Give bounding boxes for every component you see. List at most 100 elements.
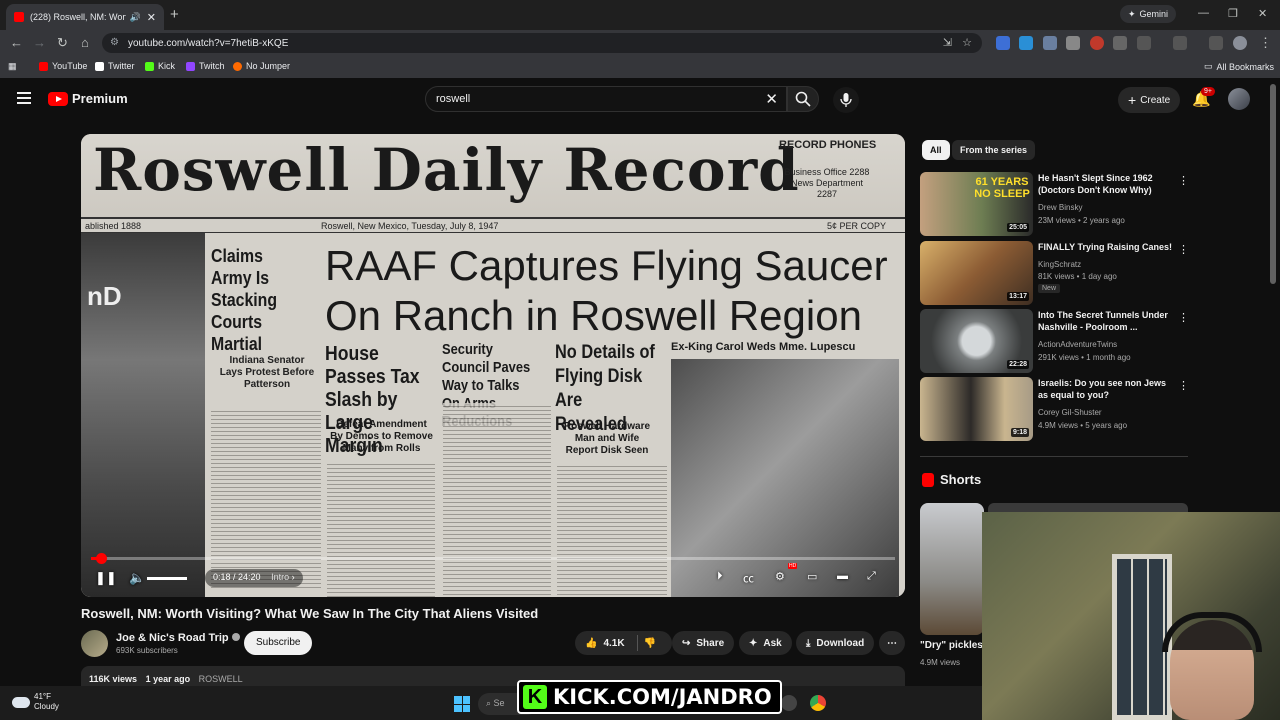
subtitles-icon[interactable]: ㏄ [743, 570, 754, 586]
site-info-icon[interactable]: ⚙ [110, 37, 119, 48]
progress-bar[interactable] [91, 553, 895, 564]
voice-search-button[interactable] [833, 87, 859, 113]
recommended-title[interactable]: Israelis: Do you see non Jews as equal t… [1038, 377, 1173, 401]
subhead-roswell-hardware: Roswell Hardware Man and Wife Report Dis… [563, 421, 651, 456]
volume-icon[interactable]: 🔈 [129, 570, 145, 586]
short-thumbnail[interactable] [920, 503, 984, 635]
chevron-right-icon[interactable]: › [292, 572, 295, 582]
extensions-puzzle-icon[interactable] [1137, 36, 1151, 50]
search-input[interactable]: roswell ✕ [425, 86, 787, 112]
video-player[interactable]: Roswell Daily Record RECORD PHONES Busin… [81, 134, 905, 597]
bookmark-star-icon[interactable]: ☆ [962, 36, 972, 49]
subscribe-button[interactable]: Subscribe [244, 631, 313, 655]
recommended-video[interactable]: 22:28 Into The Secret Tunnels Under Nash… [920, 309, 1190, 373]
like-icon[interactable]: 👍 [585, 638, 597, 649]
extension-icon[interactable] [1066, 36, 1080, 50]
settings-gear-icon[interactable]: ⚙ [775, 570, 785, 583]
recommended-video[interactable]: 13:17 FINALLY Trying Raising Canes! King… [920, 241, 1190, 305]
more-vert-icon[interactable]: ⋮ [1178, 243, 1189, 256]
fullscreen-icon[interactable]: ⤢ [867, 570, 876, 583]
recommended-video[interactable]: 61 YEARS NO SLEEP 25:05 He Hasn't Slept … [920, 172, 1190, 236]
video-thumbnail[interactable]: 13:17 [920, 241, 1033, 305]
recommended-channel[interactable]: Drew Binsky [1038, 203, 1082, 212]
more-actions-icon[interactable]: ⋯ [879, 631, 905, 655]
recommended-channel[interactable]: ActionAdventureTwins [1038, 340, 1117, 349]
close-tab-icon[interactable]: ✕ [147, 11, 156, 24]
minimize-icon[interactable]: — [1198, 7, 1209, 19]
recommended-title[interactable]: He Hasn't Slept Since 1962 (Doctors Don'… [1038, 172, 1173, 196]
volume-slider[interactable] [147, 577, 187, 580]
forward-icon[interactable]: → [33, 35, 46, 50]
menu-hamburger-icon[interactable] [17, 92, 31, 104]
bookmark-no-jumper[interactable]: No Jumper [233, 61, 290, 71]
autoplay-toggle-icon[interactable]: ⏵ [717, 570, 723, 583]
duration-badge: 13:17 [1007, 292, 1029, 301]
chrome-menu-icon[interactable]: ⋮ [1259, 35, 1272, 51]
reload-icon[interactable]: ↻ [57, 35, 68, 51]
sidepanel-icon[interactable] [1173, 36, 1187, 50]
recommended-title[interactable]: Into The Secret Tunnels Under Nashville … [1038, 309, 1173, 333]
dislike-icon[interactable]: 👎 [644, 638, 656, 649]
download-button[interactable]: ⤓ Download [796, 631, 875, 655]
extension-icon[interactable] [1090, 36, 1104, 50]
gemini-button[interactable]: ✦ Gemini [1120, 5, 1177, 23]
bookmark-twitter[interactable]: Twitter [95, 61, 135, 71]
audio-icon[interactable]: 🔊 [130, 12, 141, 23]
weather-widget[interactable]: 41°F Cloudy [12, 692, 59, 712]
reading-list-icon[interactable] [1209, 36, 1223, 50]
all-bookmarks[interactable]: ▭ All Bookmarks [1204, 61, 1274, 72]
clear-search-icon[interactable]: ✕ [765, 90, 778, 108]
more-vert-icon[interactable]: ⋮ [1178, 174, 1189, 187]
chip-all[interactable]: All [922, 140, 950, 160]
search-button[interactable] [787, 86, 819, 112]
install-icon[interactable]: ⇲ [943, 36, 952, 49]
create-button[interactable]: + Create [1118, 87, 1181, 113]
short-title[interactable]: "Dry" pickles [920, 640, 983, 651]
chrome-taskbar-icon[interactable] [810, 695, 826, 711]
video-thumbnail[interactable]: 22:28 [920, 309, 1033, 373]
more-vert-icon[interactable]: ⋮ [1178, 311, 1189, 324]
bookmark-youtube[interactable]: YouTube [39, 61, 87, 71]
pause-icon[interactable]: ❚❚ [95, 570, 117, 586]
new-tab-button[interactable]: + [170, 6, 179, 23]
windows-start-icon[interactable] [454, 696, 470, 712]
back-icon[interactable]: ← [10, 35, 23, 50]
ask-button[interactable]: ✦ Ask [739, 631, 792, 655]
bookmark-kick[interactable]: Kick [145, 61, 175, 71]
like-count[interactable]: 4.1K [603, 638, 624, 649]
progress-scrubber[interactable] [95, 553, 107, 564]
home-icon[interactable]: ⌂ [81, 35, 89, 50]
channel-name[interactable]: Joe & Nic's Road Trip [116, 632, 240, 644]
browser-tab[interactable]: (228) Roswell, NM: Worth V 🔊 ✕ [6, 4, 164, 30]
share-button[interactable]: ↪ Share [672, 631, 735, 655]
recommended-title[interactable]: FINALLY Trying Raising Canes! [1038, 241, 1173, 253]
youtube-premium-logo[interactable]: Premium [48, 91, 128, 106]
close-window-icon[interactable]: ✕ [1258, 7, 1267, 20]
extension-icon[interactable] [1113, 36, 1127, 50]
recommended-meta: 81K views • 1 day ago [1038, 272, 1117, 281]
maximize-icon[interactable]: ❐ [1228, 7, 1238, 20]
chapter-label[interactable]: Intro [271, 572, 289, 582]
account-avatar[interactable] [1228, 88, 1250, 110]
chip-from-the-series[interactable]: From the series [952, 140, 1036, 160]
taskbar-app-icon[interactable] [781, 695, 797, 711]
theater-mode-icon[interactable]: ▬ [837, 570, 848, 582]
address-bar[interactable]: ⚙ youtube.com/watch?v=7hetiB-xKQE ⇲ ☆ [102, 33, 982, 53]
recommended-channel[interactable]: KingSchratz [1038, 260, 1081, 269]
channel-avatar[interactable] [81, 630, 108, 657]
extension-icon[interactable] [1043, 36, 1057, 50]
extension-icon[interactable] [996, 36, 1010, 50]
recommended-video[interactable]: 9:18 Israelis: Do you see non Jews as eq… [920, 377, 1190, 441]
bookmark-twitch[interactable]: Twitch [186, 61, 225, 71]
miniplayer-icon[interactable]: ▭ [807, 570, 817, 583]
video-thumbnail[interactable]: 9:18 [920, 377, 1033, 441]
extension-icon[interactable] [1019, 36, 1033, 50]
more-vert-icon[interactable]: ⋮ [1178, 379, 1189, 392]
profile-avatar[interactable] [1233, 36, 1247, 50]
apps-grid-icon[interactable]: ▦ [8, 61, 17, 72]
recommended-channel[interactable]: Corey Gil-Shuster [1038, 408, 1102, 417]
hashtag[interactable]: ROSWELL [199, 674, 243, 684]
video-thumbnail[interactable]: 61 YEARS NO SLEEP 25:05 [920, 172, 1033, 236]
page-scrollbar[interactable] [1270, 84, 1276, 284]
hd-badge: HD [788, 563, 798, 569]
